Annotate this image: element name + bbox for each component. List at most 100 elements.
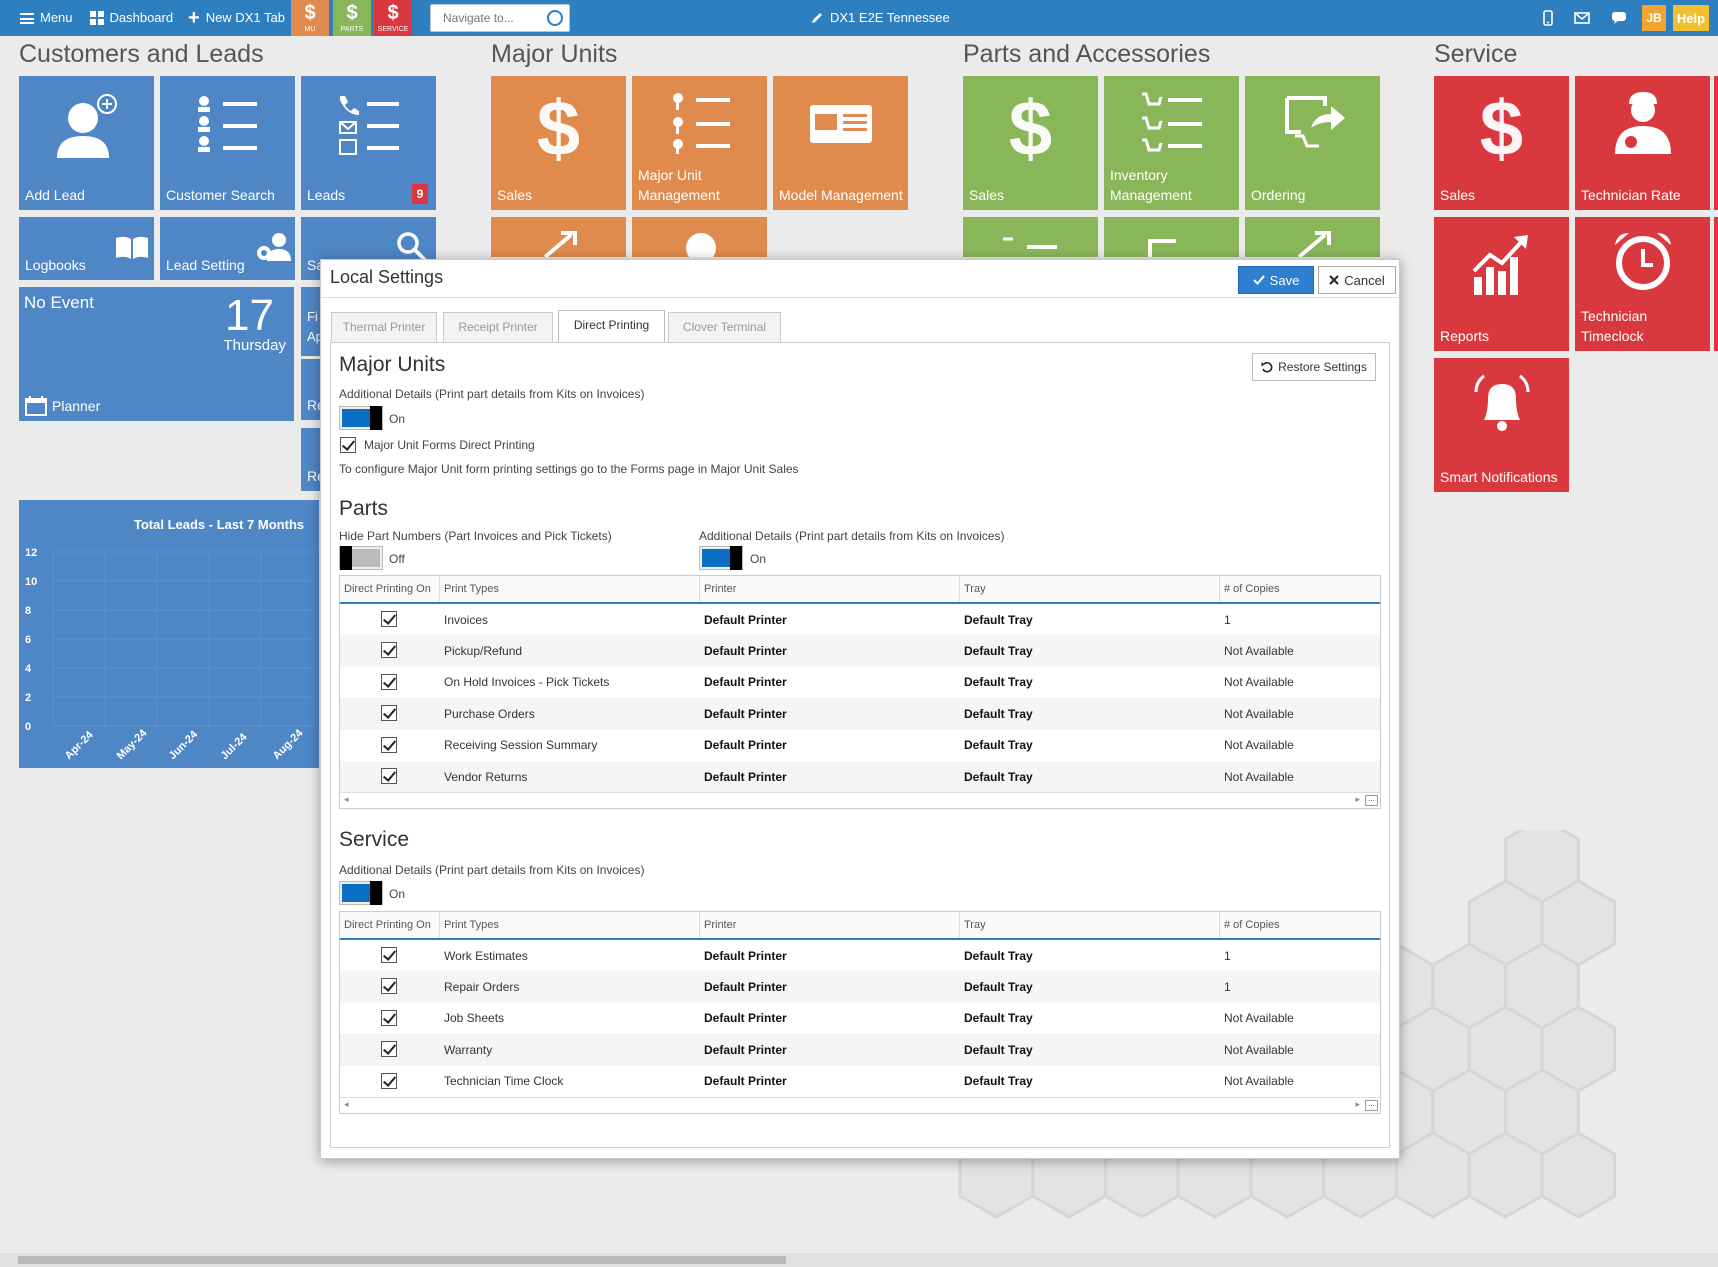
direct-printing-checkbox[interactable] — [381, 642, 397, 659]
tile-technician-timeclock[interactable]: Technician Timeclock — [1575, 217, 1710, 351]
table-row[interactable]: Vendor Returns Default Printer Default Tra… — [340, 760, 1380, 793]
direct-printing-checkbox[interactable] — [381, 611, 397, 627]
printer-cell[interactable]: Default Printer — [700, 738, 960, 752]
tile-mu-sales[interactable]: $ Sales — [491, 76, 626, 210]
direct-printing-checkbox[interactable] — [381, 767, 397, 784]
table-row[interactable]: Job Sheets Default Printer Default Tray Not… — [340, 1003, 1380, 1034]
tile-parts-sales[interactable]: $ Sales — [963, 76, 1098, 210]
restore-settings-button[interactable]: Restore Settings — [1252, 353, 1376, 381]
mail-icon[interactable] — [1570, 0, 1594, 36]
copies-cell[interactable]: Not Available — [1220, 644, 1380, 658]
tray-cell[interactable]: Default Tray — [960, 707, 1220, 721]
scrollbar-thumb[interactable] — [18, 1256, 786, 1264]
mu-additional-details-toggle[interactable] — [339, 406, 383, 430]
direct-printing-checkbox[interactable] — [381, 1072, 397, 1089]
table-row[interactable]: On Hold Invoices - Pick Tickets Default P… — [340, 667, 1380, 698]
help-button[interactable]: Help — [1673, 5, 1709, 31]
direct-printing-checkbox[interactable] — [381, 978, 397, 995]
tab-receipt-printer[interactable]: Receipt Printer — [443, 312, 553, 342]
table-row[interactable]: Warranty Default Printer Default Tray Not A… — [340, 1034, 1380, 1066]
table-row[interactable]: Repair Orders Default Printer Default Tray… — [340, 971, 1380, 1003]
tab-direct-printing[interactable]: Direct Printing — [558, 310, 665, 342]
tile-mu-management[interactable]: Major Unit Management — [632, 76, 767, 210]
printer-cell[interactable]: Default Printer — [700, 644, 960, 658]
hide-part-numbers-toggle[interactable] — [339, 546, 383, 570]
table-row[interactable]: Pickup/Refund Default Printer Default Tray… — [340, 635, 1380, 667]
col-print-types[interactable]: Print Types — [440, 912, 700, 938]
printer-cell[interactable]: Default Printer — [700, 949, 960, 963]
tray-cell[interactable]: Default Tray — [960, 738, 1220, 752]
navigate-input[interactable] — [443, 5, 553, 31]
tile-parts-partial-1[interactable] — [963, 217, 1098, 257]
table-row[interactable]: Technician Time Clock Default Printer Defa… — [340, 1066, 1380, 1097]
printer-cell[interactable]: Default Printer — [700, 770, 960, 784]
quick-mu-button[interactable]: $ MU — [291, 0, 329, 36]
direct-printing-checkbox[interactable] — [381, 673, 397, 690]
table-row[interactable]: Invoices Default Printer Default Tray 1 — [340, 604, 1380, 635]
table-row[interactable]: Work Estimates Default Printer Default Tra… — [340, 940, 1380, 971]
copies-cell[interactable]: Not Available — [1220, 1011, 1380, 1025]
tile-ordering[interactable]: Ordering — [1245, 76, 1380, 210]
tray-cell[interactable]: Default Tray — [960, 1074, 1220, 1088]
mu-forms-direct-printing-checkbox[interactable] — [340, 437, 356, 453]
col-direct-printing-on[interactable]: Direct Printing On — [340, 912, 440, 938]
tile-mu-partial-2[interactable] — [632, 217, 767, 257]
tile-service-sales[interactable]: $ Sales — [1434, 76, 1569, 210]
tray-cell[interactable]: Default Tray — [960, 980, 1220, 994]
tray-cell[interactable]: Default Tray — [960, 613, 1220, 627]
printer-cell[interactable]: Default Printer — [700, 1043, 960, 1057]
menu-button[interactable]: Menu — [20, 0, 73, 36]
parts-grid-scrollbar[interactable]: ◂ ▸... — [340, 792, 1380, 809]
copies-cell[interactable]: Not Available — [1220, 770, 1380, 784]
dealer-name[interactable]: DX1 E2E Tennessee — [810, 0, 950, 36]
compass-icon[interactable] — [547, 10, 563, 26]
copies-cell[interactable]: 1 — [1220, 980, 1380, 994]
tile-logbooks[interactable]: Logbooks — [19, 217, 154, 280]
col-printer[interactable]: Printer — [700, 576, 960, 602]
copies-cell[interactable]: 1 — [1220, 949, 1380, 963]
copies-cell[interactable]: Not Available — [1220, 1074, 1380, 1088]
tile-parts-partial-3[interactable] — [1245, 217, 1380, 257]
service-grid-scrollbar[interactable]: ◂ ▸... — [340, 1096, 1380, 1113]
col-print-types[interactable]: Print Types — [440, 576, 700, 602]
col-tray[interactable]: Tray — [960, 912, 1220, 938]
new-tab-button[interactable]: + New DX1 Tab — [188, 0, 285, 36]
tray-cell[interactable]: Default Tray — [960, 675, 1220, 689]
tab-clover-terminal[interactable]: Clover Terminal — [668, 312, 781, 342]
tile-customer-search[interactable]: Customer Search — [160, 76, 295, 210]
direct-printing-checkbox[interactable] — [381, 947, 397, 963]
copies-cell[interactable]: Not Available — [1220, 738, 1380, 752]
page-horizontal-scrollbar[interactable] — [0, 1253, 1718, 1267]
col-tray[interactable]: Tray — [960, 576, 1220, 602]
tile-leads[interactable]: Leads 9 — [301, 76, 436, 210]
direct-printing-checkbox[interactable] — [381, 736, 397, 753]
table-row[interactable]: Receiving Session Summary Default Printer… — [340, 730, 1380, 761]
tile-smart-notifications[interactable]: Smart Notifications — [1434, 358, 1569, 492]
quick-service-button[interactable]: $ SERVICE — [374, 0, 412, 36]
tab-thermal-printer[interactable]: Thermal Printer — [331, 312, 437, 342]
direct-printing-checkbox[interactable] — [381, 1041, 397, 1058]
tile-parts-partial-2[interactable] — [1104, 217, 1239, 257]
printer-cell[interactable]: Default Printer — [700, 1011, 960, 1025]
tray-cell[interactable]: Default Tray — [960, 644, 1220, 658]
tray-cell[interactable]: Default Tray — [960, 1043, 1220, 1057]
tile-mu-partial-1[interactable] — [491, 217, 626, 257]
copies-cell[interactable]: Not Available — [1220, 707, 1380, 721]
tray-cell[interactable]: Default Tray — [960, 1011, 1220, 1025]
tile-inventory-management[interactable]: Inventory Management — [1104, 76, 1239, 210]
save-button[interactable]: Save — [1238, 266, 1314, 294]
tile-add-lead[interactable]: Add Lead — [19, 76, 154, 210]
user-avatar[interactable]: JB — [1642, 5, 1666, 31]
more-icon[interactable]: ... — [1365, 1099, 1378, 1111]
quick-parts-button[interactable]: $ PARTS — [333, 0, 371, 36]
printer-cell[interactable]: Default Printer — [700, 980, 960, 994]
col-printer[interactable]: Printer — [700, 912, 960, 938]
tray-cell[interactable]: Default Tray — [960, 949, 1220, 963]
tray-cell[interactable]: Default Tray — [960, 770, 1220, 784]
service-additional-details-toggle[interactable] — [339, 881, 383, 905]
cancel-button[interactable]: Cancel — [1318, 266, 1396, 294]
table-row[interactable]: Purchase Orders Default Printer Default Tr… — [340, 698, 1380, 730]
parts-additional-details-toggle[interactable] — [699, 546, 743, 570]
direct-printing-checkbox[interactable] — [381, 1009, 397, 1026]
printer-cell[interactable]: Default Printer — [700, 613, 960, 627]
